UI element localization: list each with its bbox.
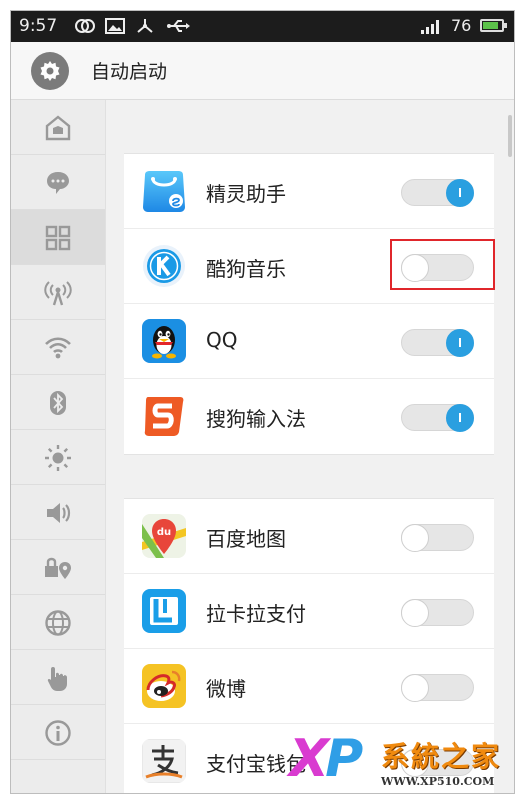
- volume-icon: [47, 503, 71, 523]
- app-name: 搜狗输入法: [206, 407, 306, 431]
- sidebar-item-lock-location[interactable]: [11, 540, 105, 595]
- app-name: 百度地图: [206, 527, 286, 551]
- usb-icon: [167, 20, 190, 32]
- phone-screen: 9:57 76 自动启动 精灵助手 酷狗音乐 QQ 搜狗输入法 du 百度地图 …: [10, 10, 515, 794]
- watermark-url: WWW.XP510.COM: [381, 775, 495, 788]
- sidebar-item-info[interactable]: [11, 705, 105, 760]
- toggle-knob: [401, 674, 429, 702]
- sidebar-item-wifi[interactable]: [11, 320, 105, 375]
- hotspot-icon: [44, 281, 72, 306]
- list-item[interactable]: 搜狗输入法: [124, 379, 494, 454]
- watermark-brand: 系統之家: [381, 740, 502, 773]
- app-store-bag-icon: [143, 171, 185, 212]
- kugou-music-icon: [143, 245, 185, 287]
- sidebar-item-hotspot[interactable]: [11, 265, 105, 320]
- page-title: 自动启动: [91, 61, 168, 83]
- list-item[interactable]: 酷狗音乐: [124, 229, 494, 304]
- battery-fill: [483, 22, 499, 29]
- list-item[interactable]: du 百度地图: [124, 499, 494, 574]
- globe-icon: [45, 610, 71, 636]
- scrollbar[interactable]: [508, 115, 512, 157]
- sidebar-item-apps[interactable]: [11, 210, 105, 265]
- sogou-input-icon: [144, 397, 184, 436]
- home-icon: [45, 115, 71, 141]
- toggle-knob: [401, 254, 429, 282]
- lock-location-icon: [45, 557, 71, 579]
- sidebar-item-globe[interactable]: [11, 595, 105, 650]
- toggle-knob: [446, 404, 474, 432]
- info-icon: [45, 720, 71, 746]
- toggle-knob: [446, 179, 474, 207]
- title-bar: 自动启动: [11, 42, 514, 100]
- battery-level-text: 76: [451, 16, 472, 35]
- svg-text:du: du: [157, 527, 171, 538]
- list-item[interactable]: 拉卡拉支付: [124, 574, 494, 649]
- sidebar-item-brightness[interactable]: [11, 430, 105, 485]
- app-name: 酷狗音乐: [206, 257, 286, 281]
- sidebar-item-touch[interactable]: [11, 650, 105, 705]
- toggle-knob: [446, 329, 474, 357]
- autostart-toggle[interactable]: [401, 254, 474, 282]
- autostart-toggle[interactable]: [401, 674, 474, 702]
- toggle-knob: [401, 599, 429, 627]
- autostart-toggle[interactable]: [401, 329, 474, 357]
- status-bar: 9:57 76: [11, 11, 514, 42]
- autostart-toggle[interactable]: [401, 179, 474, 207]
- autostart-app-list[interactable]: 精灵助手 酷狗音乐 QQ 搜狗输入法 du 百度地图 拉卡拉支付 微博 支付宝钱…: [106, 100, 514, 793]
- signal-icon: [421, 20, 439, 34]
- qq-penguin-icon: [142, 319, 186, 363]
- sidebar-item-volume[interactable]: [11, 485, 105, 540]
- settings-sidebar: [11, 100, 106, 793]
- app-name: 拉卡拉支付: [206, 602, 306, 626]
- sidebar-item-home[interactable]: [11, 100, 105, 155]
- autostart-toggle[interactable]: [401, 524, 474, 552]
- app-name: QQ: [206, 328, 238, 352]
- app-group-card: 精灵助手 酷狗音乐 QQ 搜狗输入法: [124, 153, 494, 455]
- touch-hand-icon: [47, 667, 67, 691]
- app-name: 微博: [206, 677, 246, 701]
- brightness-icon: [45, 445, 71, 471]
- list-item[interactable]: 微博: [124, 649, 494, 724]
- wifi-icon: [45, 337, 71, 359]
- gear-icon[interactable]: [31, 52, 69, 90]
- watermark-x: X: [289, 729, 329, 789]
- autostart-toggle[interactable]: [401, 599, 474, 627]
- toggle-knob: [401, 524, 429, 552]
- watermark-logo: XP 系統之家 WWW.XP510.COM: [281, 729, 514, 793]
- weibo-icon: [142, 664, 186, 708]
- bluetooth-icon: [50, 391, 66, 415]
- watermark-p: P: [325, 729, 363, 789]
- list-item[interactable]: 精灵助手: [124, 154, 494, 229]
- app-name: 精灵助手: [206, 182, 286, 206]
- list-item[interactable]: QQ: [124, 304, 494, 379]
- image-icon: [105, 18, 125, 34]
- battery-icon: [480, 19, 507, 32]
- apps-grid-icon: [45, 225, 71, 251]
- alipay-wallet-icon: [142, 739, 186, 783]
- lakala-pay-icon: [142, 589, 186, 633]
- status-time: 9:57: [19, 16, 58, 36]
- watermark-xp: XP: [289, 729, 363, 789]
- baidu-map-icon: du: [142, 514, 186, 558]
- share-icon: [137, 19, 153, 33]
- sidebar-item-bluetooth[interactable]: [11, 375, 105, 430]
- dual-sim-icon: [75, 19, 95, 33]
- chat-bubble-icon: [47, 172, 69, 194]
- sidebar-item-chat[interactable]: [11, 155, 105, 210]
- autostart-toggle[interactable]: [401, 404, 474, 432]
